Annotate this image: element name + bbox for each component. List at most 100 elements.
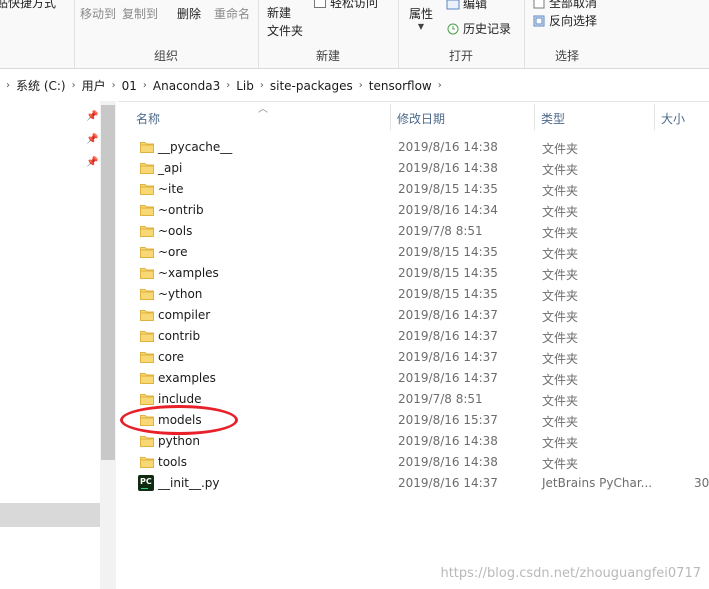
watermark: https://blog.csdn.net/zhouguangfei0717 <box>440 566 701 581</box>
nav-selected-item[interactable] <box>0 503 100 527</box>
new-folder-button[interactable]: 新建 文件夹 <box>267 4 303 40</box>
nav-scrollbar[interactable] <box>100 101 116 589</box>
chevron-right-icon: › <box>71 80 76 91</box>
ribbon-group-new: 新建 文件夹 轻松访问 新建 <box>258 0 399 68</box>
folder-icon <box>140 184 154 195</box>
address-bar[interactable]: › 系统 (C:) › 用户 › 01 › Anaconda3 › Lib › … <box>0 69 709 102</box>
breadcrumb-item[interactable]: site-packages <box>270 79 353 93</box>
ribbon-group-open: 属性 ▼ 编辑 历史记录 打开 <box>398 0 525 68</box>
folder-icon <box>140 268 154 279</box>
folder-icon <box>140 457 154 468</box>
breadcrumb-item[interactable]: 用户 <box>82 77 106 94</box>
column-header-size[interactable]: 大小 <box>655 104 709 130</box>
delete-button[interactable]: 删除 <box>177 5 201 22</box>
file-row[interactable]: __pycache__ 2019/8/16 14:38 文件夹 <box>130 137 709 158</box>
folder-icon <box>140 205 154 216</box>
file-type: 文件夹 <box>542 289 579 303</box>
file-type: 文件夹 <box>542 310 579 324</box>
pin-icon[interactable]: 📌 <box>86 134 98 146</box>
file-modified-date: 2019/8/16 14:37 <box>398 308 498 322</box>
breadcrumb-item[interactable]: 系统 (C:) <box>16 77 66 94</box>
file-row[interactable]: tools 2019/8/16 14:38 文件夹 <box>130 452 709 473</box>
navigation-pane: 📌 📌 📌 <box>0 101 118 589</box>
pycharm-file-icon: PC <box>138 475 154 491</box>
organize-group-title: 组织 <box>153 49 178 63</box>
file-row[interactable]: python 2019/8/16 14:38 文件夹 <box>130 431 709 452</box>
file-name: tools <box>158 455 187 469</box>
file-row[interactable]: compiler 2019/8/16 14:37 文件夹 <box>130 305 709 326</box>
highlight-annotation <box>120 405 238 435</box>
file-modified-date: 2019/8/16 14:37 <box>398 350 498 364</box>
file-type: 文件夹 <box>542 205 579 219</box>
file-modified-date: 2019/8/16 14:37 <box>398 329 498 343</box>
file-name: examples <box>158 371 216 385</box>
history-button[interactable]: 历史记录 <box>446 20 511 37</box>
file-modified-date: 2019/8/16 15:37 <box>398 413 498 427</box>
file-name: ~ite <box>158 182 184 196</box>
file-type: 文件夹 <box>542 352 579 366</box>
folder-icon <box>140 436 154 447</box>
paste-shortcut-button[interactable]: 粘贴快捷方式 <box>0 0 56 11</box>
folder-icon <box>140 310 154 321</box>
history-icon <box>447 23 459 35</box>
file-modified-date: 2019/8/16 14:37 <box>398 476 498 490</box>
folder-icon <box>140 163 154 174</box>
file-modified-date: 2019/8/15 14:35 <box>398 266 498 280</box>
file-row[interactable]: ~ontrib 2019/8/16 14:34 文件夹 <box>130 200 709 221</box>
file-row[interactable]: ~xamples 2019/8/15 14:35 文件夹 <box>130 263 709 284</box>
file-name: _api <box>158 161 183 175</box>
move-to-button[interactable]: 移动到 <box>80 5 116 22</box>
file-modified-date: 2019/7/8 8:51 <box>398 392 483 406</box>
file-name: python <box>158 434 200 448</box>
file-row[interactable]: contrib 2019/8/16 14:37 文件夹 <box>130 326 709 347</box>
file-modified-date: 2019/8/16 14:38 <box>398 455 498 469</box>
pin-icon[interactable]: 📌 <box>86 157 98 169</box>
chevron-right-icon: › <box>142 80 147 91</box>
file-type: JetBrains PyChar... <box>542 476 653 490</box>
file-row[interactable]: _api 2019/8/16 14:38 文件夹 <box>130 158 709 179</box>
file-row[interactable]: ~ore 2019/8/15 14:35 文件夹 <box>130 242 709 263</box>
breadcrumb-item[interactable]: Lib <box>236 79 254 93</box>
open-group-title: 打开 <box>448 49 473 63</box>
file-row[interactable]: examples 2019/8/16 14:37 文件夹 <box>130 368 709 389</box>
file-row[interactable]: core 2019/8/16 14:37 文件夹 <box>130 347 709 368</box>
chevron-right-icon: › <box>437 80 442 91</box>
file-modified-date: 2019/8/16 14:38 <box>398 434 498 448</box>
chevron-right-icon: › <box>358 80 363 91</box>
invert-selection-button[interactable]: 反向选择 <box>532 12 597 29</box>
select-none-button[interactable]: 全部取消 <box>532 0 597 11</box>
file-name: compiler <box>158 308 211 322</box>
file-row[interactable]: PC __init__.py 2019/8/16 14:37 JetBrains Py… <box>130 473 709 494</box>
properties-button[interactable]: 属性 ▼ <box>409 5 433 31</box>
file-type: 文件夹 <box>542 457 579 471</box>
ribbon-group-organize: 移动到 复制到 删除 重命名 组织 <box>74 0 259 68</box>
breadcrumb-item[interactable]: tensorflow <box>369 79 432 93</box>
file-modified-date: 2019/8/16 14:38 <box>398 161 498 175</box>
folder-icon <box>140 247 154 258</box>
file-row[interactable]: ~ython 2019/8/15 14:35 文件夹 <box>130 284 709 305</box>
nav-scrollbar-thumb[interactable] <box>101 105 115 460</box>
file-row[interactable]: include 2019/7/8 8:51 文件夹 <box>130 389 709 410</box>
rename-button[interactable]: 重命名 <box>214 5 250 22</box>
copy-to-button[interactable]: 复制到 <box>122 5 158 22</box>
edit-button[interactable]: 编辑 <box>446 0 487 12</box>
breadcrumb-item[interactable]: Anaconda3 <box>153 79 220 93</box>
file-type: 文件夹 <box>542 226 579 240</box>
column-header-name[interactable]: 名称 <box>130 104 391 130</box>
file-type: 文件夹 <box>542 373 579 387</box>
file-type: 文件夹 <box>542 436 579 450</box>
file-name: ~ore <box>158 245 188 259</box>
chevron-right-icon: › <box>226 80 231 91</box>
file-size: 30 <box>694 476 709 490</box>
file-row[interactable]: ~ools 2019/7/8 8:51 文件夹 <box>130 221 709 242</box>
ribbon-group-clipboard: 粘贴快捷方式 <box>0 0 75 68</box>
easy-access-button[interactable]: 轻松访问 <box>314 0 378 11</box>
pin-icon[interactable]: 📌 <box>86 111 98 123</box>
file-modified-date: 2019/8/16 14:34 <box>398 203 498 217</box>
file-row[interactable]: ~ite 2019/8/15 14:35 文件夹 <box>130 179 709 200</box>
column-header-type[interactable]: 类型 <box>535 104 655 130</box>
breadcrumb-item[interactable]: 01 <box>122 79 137 93</box>
select-none-icon <box>533 0 545 9</box>
column-header-date[interactable]: 修改日期 <box>391 104 535 130</box>
file-name: ~xamples <box>158 266 219 280</box>
